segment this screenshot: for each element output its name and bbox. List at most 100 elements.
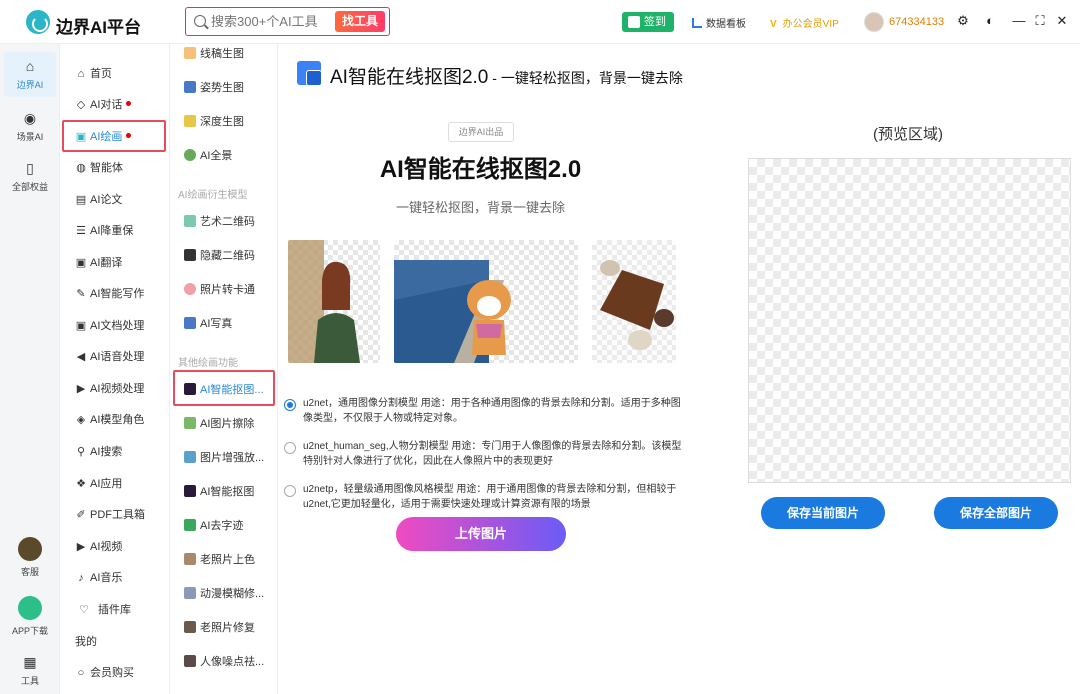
cat-label: AI搜索 [90,446,123,458]
tool-cartoon[interactable]: 照片转卡通 [184,280,255,300]
cartoon-icon [184,283,196,295]
find-tools-button[interactable]: 找工具 [335,11,385,32]
model-option-human-seg[interactable]: u2net_human_seg,人物分割模型 用途：专门用于人像图像的背景去除和… [284,439,684,469]
signin-button[interactable]: 签到 [622,12,674,32]
search-input[interactable] [211,11,331,31]
tool-denoise[interactable]: 人像噪点祛... [184,652,264,672]
bread-illustration [592,240,676,363]
nav-tools[interactable]: ▦ 工具 [0,654,60,687]
cat-ai-search[interactable]: ⚲ AI搜索 [75,442,122,462]
tool-label: AI去字迹 [200,520,244,532]
section-heading: AI绘画衍生模型 [178,190,248,201]
user-icon: ○ [77,667,85,679]
tool-cutout[interactable]: AI智能抠图 [184,482,254,502]
vip-link[interactable]: V 办公会员VIP [770,15,839,30]
tool-label: 姿势生图 [200,82,244,94]
model-option-u2net[interactable]: u2net，通用图像分割模型 用途：用于各种通用图像的背景去除和分割。适用于多种… [284,396,684,426]
avatar[interactable] [864,12,884,32]
model-option-u2netp[interactable]: u2netp，轻量级通用图像风格模型 用途：用于通用图像的背景去除和分割，但相较… [284,482,684,512]
save-current-button[interactable]: 保存当前图片 [761,497,885,529]
cat-label: AI智能写作 [90,288,145,300]
depth-icon [184,115,196,127]
cat-ai-writing[interactable]: ✎ AI智能写作 [75,284,144,304]
support-icon [18,537,42,561]
dashboard-link[interactable]: 数据看板 [692,15,746,30]
translate-icon: ▣ [75,257,87,269]
top-bar: 边界AI平台 找工具 签到 数据看板 V办公会员VIP 674334133 ⚙ … [0,0,1080,44]
cat-ai-rewrite[interactable]: ☰ AI降重保 [75,221,133,241]
paper-icon: ▤ [75,194,87,206]
cat-label: 智能体 [90,162,123,174]
minimize-icon[interactable]: — [1012,14,1026,28]
tool-art-qr[interactable]: 艺术二维码 [184,212,255,232]
erase-icon [184,417,196,429]
cat-agent[interactable]: ◍ 智能体 [75,158,123,178]
cat-ai-music[interactable]: ♪ AI音乐 [75,568,122,588]
nav-label: 工具 [20,676,39,686]
theme-icon[interactable]: ◐ [983,14,997,28]
cat-plugins[interactable]: ♡ 插件库 [78,600,131,620]
tool-anime-deblur[interactable]: 动漫模糊修... [184,584,264,604]
enhance-icon [184,451,196,463]
cat-ai-translate[interactable]: ▣ AI翻译 [75,253,123,273]
list-icon: ☰ [76,225,86,237]
tool-label: AI智能抠图 [200,486,255,498]
tool-panorama[interactable]: AI全景 [184,146,232,166]
tool-hidden-qr[interactable]: 隐藏二维码 [184,246,255,266]
cat-ai-voice[interactable]: ◀ AI语音处理 [75,347,145,367]
cat-home[interactable]: ⌂ 首页 [75,64,112,84]
cat-label: AI论文 [90,194,123,206]
cat-membership[interactable]: ○ 会员购买 [75,663,134,683]
home-icon: ⌂ [77,68,85,80]
cat-label: AI语音处理 [90,351,145,363]
cat-mine[interactable]: 我的 [75,632,97,652]
gear-icon[interactable]: ⚙ [956,14,970,28]
qr-icon [184,249,196,261]
nav-bianjie-ai[interactable]: ⌂ 边界AI [4,52,56,97]
nav-scene-ai[interactable]: ◉ 场景AI [0,110,60,143]
cat-ai-video-proc[interactable]: ▶ AI视频处理 [75,379,145,399]
radio-unselected[interactable] [284,485,296,497]
radio-selected[interactable] [284,399,296,411]
dog-illustration [394,260,511,363]
nav-app-download[interactable]: APP下载 [0,596,60,637]
tool-pose[interactable]: 姿势生图 [184,78,244,98]
tool-label: 艺术二维码 [200,216,255,228]
upload-button[interactable]: 上传图片 [396,517,566,551]
tool-photo-restore[interactable]: 老照片修复 [184,618,255,638]
page-title: AI智能在线抠图2.0 - 一键轻松抠图，背景一键去除 [330,62,683,89]
tool-lineart[interactable]: 线稿生图 [184,44,244,64]
cat-ai-apps[interactable]: ❖ AI应用 [75,474,122,494]
cat-ai-video[interactable]: ▶ AI视频 [75,537,123,557]
tool-depth[interactable]: 深度生图 [184,112,244,132]
cat-pdf-tools[interactable]: ✐ PDF工具箱 [75,505,145,525]
nav-support[interactable]: 客服 [0,537,60,578]
music-icon: ♪ [78,572,84,584]
close-icon[interactable]: ✕ [1055,14,1069,28]
tool-remove-handwriting[interactable]: AI去字迹 [184,516,243,536]
cat-label: AI文档处理 [90,320,145,332]
tool-label: 老照片上色 [200,554,255,566]
search-box[interactable]: 找工具 [185,7,390,36]
cat-ai-doc[interactable]: ▣ AI文档处理 [75,316,145,336]
sample-image-woman [288,240,380,363]
tool-erase[interactable]: AI图片擦除 [184,414,254,434]
search-icon: ⚲ [76,446,86,458]
qr-icon [184,215,196,227]
page-title-main: AI智能在线抠图2.0 [330,67,489,88]
doc-icon: ▣ [75,320,87,332]
radio-unselected[interactable] [284,442,296,454]
anime-icon [184,587,196,599]
cat-ai-paper[interactable]: ▤ AI论文 [75,190,123,210]
cat-label: AI视频处理 [90,383,145,395]
cat-ai-model-role[interactable]: ◈ AI模型角色 [75,410,145,430]
maximize-icon[interactable]: ⛶ [1033,14,1047,28]
save-all-button[interactable]: 保存全部图片 [934,497,1058,529]
search-icon [194,15,206,27]
cat-ai-chat[interactable]: ◇ AI对话 [75,95,132,115]
user-id[interactable]: 674334133 [889,16,944,28]
tool-enhance[interactable]: 图片增强放... [184,448,264,468]
nav-all-benefits[interactable]: ▯ 全部权益 [0,160,60,193]
tool-portrait[interactable]: AI写真 [184,314,232,334]
tool-colorize[interactable]: 老照片上色 [184,550,255,570]
